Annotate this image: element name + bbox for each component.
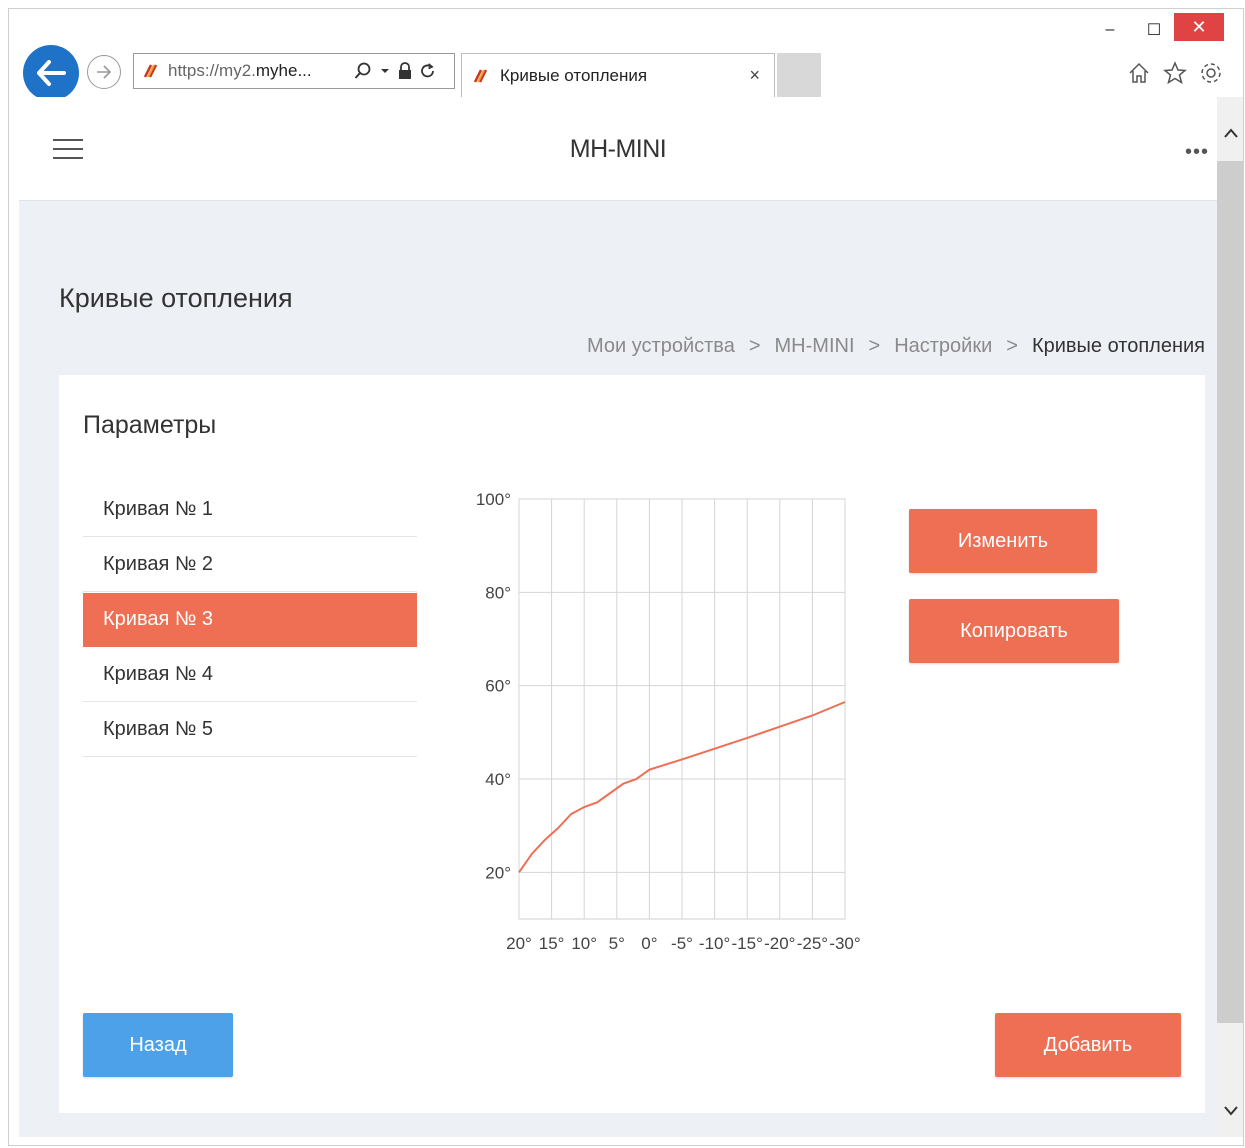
browser-toolbar: – ☐ ✕ https://my2.myhe... Кривые отоплен… xyxy=(9,9,1243,101)
curve-item[interactable]: Кривая № 4 xyxy=(83,648,417,702)
address-bar[interactable]: https://my2.myhe... xyxy=(133,53,455,89)
lock-icon[interactable] xyxy=(398,62,412,80)
x-tick-label: 20° xyxy=(506,934,532,953)
chevron-down-icon[interactable] xyxy=(1223,1105,1239,1117)
scrollbar-thumb[interactable] xyxy=(1217,161,1243,1023)
tab-close-icon[interactable]: × xyxy=(749,65,760,86)
x-tick-label: -10° xyxy=(699,934,730,953)
browser-tab[interactable]: Кривые отопления × xyxy=(461,53,775,97)
x-tick-label: 5° xyxy=(609,934,625,953)
x-tick-label: -15° xyxy=(732,934,763,953)
tab-favicon-icon xyxy=(473,68,488,83)
breadcrumb-my-devices[interactable]: Мои устройства xyxy=(587,335,735,358)
search-icon[interactable] xyxy=(354,62,372,80)
x-tick-label: 10° xyxy=(571,934,597,953)
parameters-card: Параметры Кривая № 1 Кривая № 2 Кривая №… xyxy=(59,375,1205,1113)
x-tick-label: -5° xyxy=(671,934,693,953)
forward-button[interactable] xyxy=(87,55,121,89)
app-header: MH-MINI ••• xyxy=(19,97,1217,201)
page-title: Кривые отопления xyxy=(59,283,293,313)
breadcrumb-separator: > xyxy=(1006,335,1018,357)
breadcrumb-settings[interactable]: Настройки xyxy=(894,335,992,358)
minimize-button[interactable]: – xyxy=(1093,15,1127,45)
tab-title: Кривые отопления xyxy=(500,65,648,85)
breadcrumb-current: Кривые отопления xyxy=(1031,335,1205,357)
browser-window: – ☐ ✕ https://my2.myhe... Кривые отоплен… xyxy=(8,8,1244,1146)
refresh-icon[interactable] xyxy=(420,62,436,80)
curve-list: Кривая № 1 Кривая № 2 Кривая № 3 Кривая … xyxy=(83,483,417,758)
breadcrumb-device[interactable]: MH-MINI xyxy=(775,335,855,358)
dropdown-arrow-icon[interactable] xyxy=(380,67,390,75)
y-tick-label: 100° xyxy=(476,490,511,509)
back-button[interactable] xyxy=(23,45,79,101)
back-nav-button[interactable]: Назад xyxy=(83,1013,233,1077)
breadcrumb-separator: > xyxy=(748,335,761,357)
x-tick-label: -30° xyxy=(829,934,860,953)
curve-item[interactable]: Кривая № 1 xyxy=(83,483,417,537)
app-title: MH-MINI xyxy=(569,135,667,163)
star-icon[interactable] xyxy=(1163,61,1187,85)
heating-curve-chart: 20° 15° 10° 5° 0° -5° -10° -15° -20° -25° -30° 20° 4… xyxy=(476,490,861,953)
gear-icon[interactable] xyxy=(1199,61,1223,85)
add-button[interactable]: Добавить xyxy=(995,1013,1181,1077)
curve-item[interactable]: Кривая № 3 xyxy=(83,593,417,647)
more-icon[interactable]: ••• xyxy=(1185,141,1209,164)
scrollbar[interactable] xyxy=(1217,97,1243,1137)
x-tick-label: 15° xyxy=(539,934,565,953)
page-content: MH-MINI ••• Кривые отопления Мои устройс… xyxy=(19,97,1217,1137)
y-tick-label: 20° xyxy=(485,863,511,882)
y-tick-label: 60° xyxy=(485,677,511,696)
x-tick-label: 0° xyxy=(641,934,657,953)
card-title: Параметры xyxy=(83,411,217,439)
edit-button[interactable]: Изменить xyxy=(909,509,1097,573)
curve-item[interactable]: Кривая № 5 xyxy=(83,703,417,757)
browser-nav-icons xyxy=(1127,61,1223,85)
arrow-right-icon xyxy=(97,65,112,79)
arrow-left-icon xyxy=(37,60,66,86)
breadcrumb: Мои устройства > MH-MINI > Настройки > К… xyxy=(587,335,1205,358)
address-url: https://my2.myhe... xyxy=(168,61,312,80)
copy-button[interactable]: Копировать xyxy=(909,599,1119,663)
x-tick-label: -25° xyxy=(797,934,828,953)
maximize-button[interactable]: ☐ xyxy=(1137,15,1171,45)
y-tick-label: 40° xyxy=(485,770,511,789)
breadcrumb-separator: > xyxy=(868,335,881,357)
curve-item[interactable]: Кривая № 2 xyxy=(83,538,417,592)
x-tick-label: -20° xyxy=(764,934,795,953)
new-tab-button[interactable] xyxy=(777,53,821,97)
site-favicon-icon xyxy=(143,64,158,78)
home-icon[interactable] xyxy=(1127,61,1151,85)
chevron-up-icon[interactable] xyxy=(1223,127,1239,139)
close-window-button[interactable]: ✕ xyxy=(1174,13,1224,41)
y-tick-label: 80° xyxy=(485,583,511,602)
